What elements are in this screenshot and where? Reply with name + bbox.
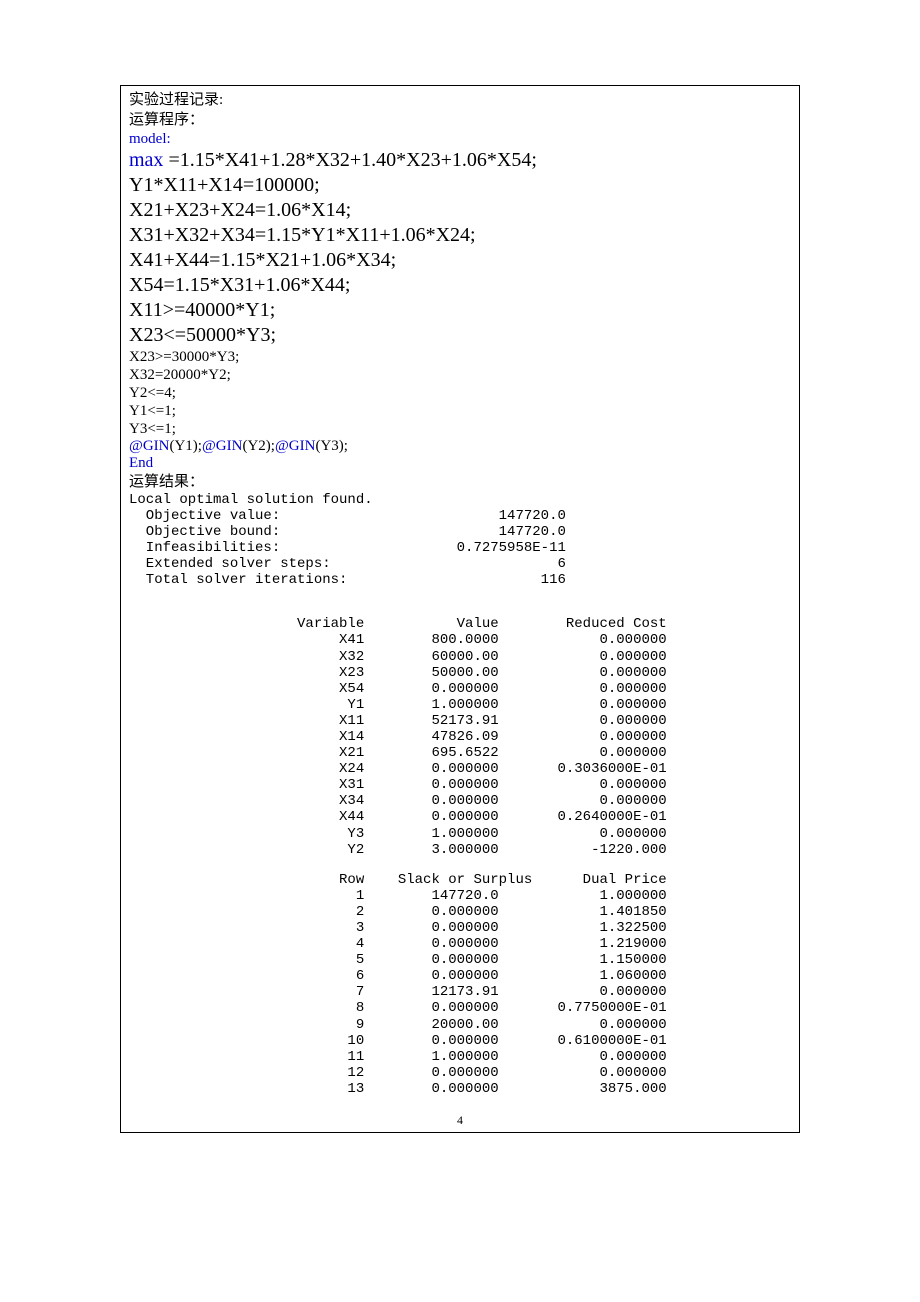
max-keyword: max <box>129 149 163 171</box>
variable-table: X41 800.0000 0.000000 X32 60000.00 0.000… <box>129 632 791 857</box>
solver-status: Local optimal solution found. <box>129 492 791 508</box>
constraint-4: X41+X44=1.15*X21+1.06*X34; <box>129 248 791 273</box>
row-header: Row Slack or Surplus Dual Price <box>129 872 791 888</box>
page-number: 4 <box>129 1113 791 1128</box>
model-keyword: model: <box>129 131 791 148</box>
constraint-12: Y3<=1; <box>129 420 791 438</box>
constraint-6: X11>=40000*Y1; <box>129 298 791 323</box>
objective-expr: =1.15*X41+1.28*X32+1.40*X23+1.06*X54; <box>163 149 536 171</box>
constraint-8: X23>=30000*Y3; <box>129 348 791 366</box>
gin-kw-3: @GIN <box>275 438 315 454</box>
blank-line <box>129 602 791 616</box>
document-frame: 实验过程记录: 运算程序： model: max =1.15*X41+1.28*… <box>120 85 800 1133</box>
gin-arg-3: (Y3); <box>315 438 348 454</box>
blank-line <box>129 858 791 872</box>
objective-line: max =1.15*X41+1.28*X32+1.40*X23+1.06*X54… <box>129 148 791 173</box>
constraint-3: X31+X32+X34=1.15*Y1*X11+1.06*X24; <box>129 223 791 248</box>
variable-header: Variable Value Reduced Cost <box>129 616 791 632</box>
constraint-9: X32=20000*Y2; <box>129 366 791 384</box>
section-title: 实验过程记录: <box>129 90 791 110</box>
constraint-5: X54=1.15*X31+1.06*X44; <box>129 273 791 298</box>
constraint-7: X23<=50000*Y3; <box>129 323 791 348</box>
constraint-1: Y1*X11+X14=100000; <box>129 173 791 198</box>
end-keyword: End <box>129 455 791 472</box>
gin-kw-1: @GIN <box>129 438 169 454</box>
gin-arg-1: (Y1); <box>169 438 202 454</box>
results-title: 运算结果： <box>129 472 791 492</box>
program-label: 运算程序： <box>129 110 791 130</box>
solver-summary: Objective value: 147720.0 Objective boun… <box>129 508 791 588</box>
gin-declarations: @GIN(Y1);@GIN(Y2);@GIN(Y3); <box>129 438 791 455</box>
constraint-10: Y2<=4; <box>129 384 791 402</box>
row-table: 1 147720.0 1.000000 2 0.000000 1.401850 … <box>129 888 791 1097</box>
constraint-2: X21+X23+X24=1.06*X14; <box>129 198 791 223</box>
gin-kw-2: @GIN <box>202 438 242 454</box>
constraint-11: Y1<=1; <box>129 402 791 420</box>
gin-arg-2: (Y2); <box>242 438 275 454</box>
blank-line <box>129 1097 791 1111</box>
blank-line <box>129 588 791 602</box>
